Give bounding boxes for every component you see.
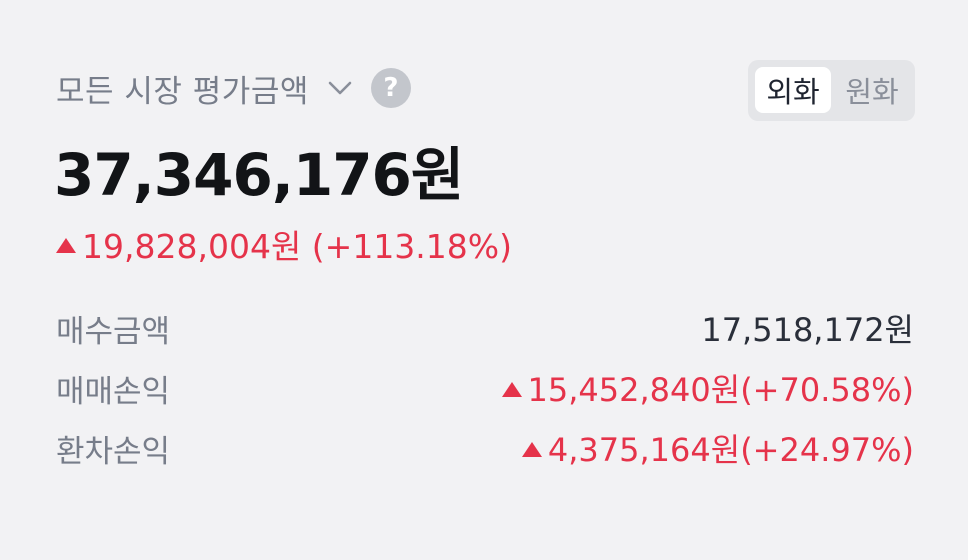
row-value: 15,452,840원(+70.58%) [501,365,914,411]
row-fx-pnl: 환차손익 4,375,164원(+24.97%) [56,426,914,470]
row-label: 환차손익 [56,433,171,470]
row-trading-pnl: 매매손익 15,452,840원(+70.58%) [56,366,914,410]
currency-option-foreign[interactable]: 외화 [755,67,831,113]
help-icon[interactable]: ? [370,68,411,108]
up-triangle-icon [56,237,76,253]
currency-toggle[interactable]: 외화 원화 [748,60,915,121]
market-select-title[interactable]: 모든 시장 평가금액 [56,66,309,111]
row-value-text: 17,518,172원 [701,311,914,349]
row-value: 17,518,172원 [701,305,914,351]
currency-option-krw[interactable]: 원화 [834,67,910,113]
portfolio-summary-card: 모든 시장 평가금액 ? 외화 원화 37,346,176원 19,828,00… [0,0,968,560]
chevron-down-icon[interactable] [327,75,353,101]
up-triangle-icon [521,441,542,457]
row-value-text: 4,375,164원(+24.97%) [547,431,914,469]
row-label: 매수금액 [56,313,171,350]
title-row: 모든 시장 평가금액 ? [56,66,411,110]
row-value-text: 15,452,840원(+70.58%) [527,371,914,409]
row-label: 매매손익 [56,373,171,410]
total-valuation: 37,346,176원 [54,141,464,209]
total-change: 19,828,004원 (+113.18%) [56,220,512,268]
row-value: 4,375,164원(+24.97%) [521,425,914,471]
total-change-value: 19,828,004원 (+113.18%) [82,227,513,266]
row-purchase-amount: 매수금액 17,518,172원 [56,306,914,350]
up-triangle-icon [501,381,522,397]
